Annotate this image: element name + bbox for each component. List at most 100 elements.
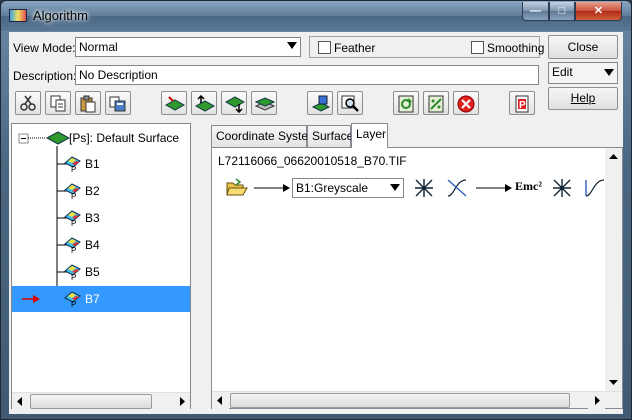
refresh-tool-button[interactable] [393, 91, 419, 115]
smoothing-label: Smoothing [487, 41, 545, 55]
filter-kernel-icon[interactable] [552, 178, 572, 198]
help-button[interactable]: Help [548, 87, 618, 110]
arrow-down-icon[interactable] [605, 374, 622, 391]
layer-icon: P [64, 156, 81, 173]
view-mode-select[interactable]: Normal [75, 37, 301, 57]
transform-curve-icon[interactable] [584, 178, 606, 198]
transform-tool-button[interactable] [423, 91, 449, 115]
property-tabs: Coordinate System Surface Layer L7211606… [211, 123, 623, 409]
tab-surface[interactable]: Surface [307, 125, 353, 147]
minimize-button[interactable]: — [522, 2, 549, 21]
layer-icon: P [64, 237, 81, 254]
layer-panel: L72116066_06620010518_B70.TIF B1:Greysca… [211, 147, 623, 409]
scroll-right-button[interactable] [173, 393, 190, 410]
duplicate-tool-button[interactable] [105, 91, 131, 115]
open-folder-icon[interactable] [226, 178, 248, 198]
description-label: Description: [13, 69, 77, 83]
paste-tool-button[interactable] [75, 91, 101, 115]
arrow-right-icon [476, 184, 512, 192]
zoom-tool-button[interactable] [337, 91, 363, 115]
current-arrow-icon [22, 295, 40, 303]
scroll-right-button[interactable] [588, 392, 605, 409]
cut-tool-button[interactable] [15, 91, 41, 115]
paste-icon [80, 95, 96, 113]
tab-coordinate-system[interactable]: Coordinate System [211, 125, 318, 147]
scroll-thumb[interactable] [30, 394, 152, 409]
arrow-right-icon [180, 397, 185, 406]
svg-text:P: P [519, 100, 526, 111]
arrow-right-icon [254, 184, 290, 192]
formula-icon[interactable]: Emc² [515, 179, 542, 199]
scroll-thumb[interactable] [230, 393, 570, 408]
svg-text:P: P [71, 219, 76, 227]
arrow-up-icon[interactable] [605, 148, 622, 165]
tree-item-label: B3 [85, 211, 100, 225]
arrow-left-icon [17, 397, 22, 406]
add-layer-icon [165, 96, 185, 111]
band-select[interactable]: B1:Greyscale [292, 178, 404, 198]
transform-curve-icon[interactable] [446, 178, 468, 198]
window-close-button[interactable]: ✕ [575, 2, 622, 21]
tree-item-label: B4 [85, 238, 100, 252]
tree-root[interactable]: [Ps]: Default Surface [12, 125, 190, 151]
scroll-left-button[interactable] [212, 392, 229, 409]
properties-tool-button[interactable]: P [509, 91, 535, 115]
layer-filename: L72116066_06620010518_B70.TIF [218, 154, 407, 168]
chevron-down-icon [390, 184, 400, 191]
arrow-right-icon [595, 396, 600, 405]
chevron-down-icon [287, 42, 297, 49]
transform-icon [428, 95, 444, 113]
options-group: Feather Smoothing [309, 36, 544, 58]
tree-item-label: B7 [85, 292, 100, 306]
view-mode-value: Normal [79, 40, 118, 54]
move-up-tool-button[interactable] [191, 91, 217, 115]
layer-icon: P [64, 210, 81, 227]
scroll-left-button[interactable] [12, 393, 29, 410]
description-input[interactable]: No Description [75, 65, 539, 85]
tree-item-label: B2 [85, 184, 100, 198]
tree-root-label: [Ps]: Default Surface [69, 131, 180, 145]
panel-horizontal-scrollbar[interactable] [212, 391, 622, 409]
duplicate-icon [109, 96, 126, 112]
edit-menu-button[interactable]: Edit [548, 62, 618, 84]
layers-icon [255, 97, 275, 111]
tree-item-b2[interactable]: P B2 [12, 178, 190, 204]
feather-checkbox[interactable] [318, 41, 331, 54]
move-up-icon [195, 95, 215, 112]
window-title: Algorithm [33, 8, 88, 23]
tree-item-b1[interactable]: P B1 [12, 151, 190, 177]
tree-horizontal-scrollbar[interactable] [12, 392, 190, 410]
tab-layer[interactable]: Layer [351, 123, 388, 148]
move-down-tool-button[interactable] [221, 91, 247, 115]
svg-text:P: P [71, 165, 76, 173]
layer-icon: P [64, 264, 81, 281]
surface-view-tool-button[interactable] [307, 91, 333, 115]
algorithm-tree[interactable]: [Ps]: Default Surface P B1 P B2 P B3 P B… [11, 123, 191, 410]
svg-text:P: P [71, 192, 76, 200]
tree-item-b7[interactable]: P B7 [12, 286, 190, 312]
panel-vertical-scrollbar[interactable] [605, 148, 622, 391]
refresh-icon [398, 95, 414, 113]
tree-item-label: B1 [85, 157, 100, 171]
tree-item-b3[interactable]: P B3 [12, 205, 190, 231]
magnifier-icon [341, 95, 359, 112]
layers-tool-button[interactable] [251, 91, 277, 115]
maximize-button[interactable]: □ [549, 2, 575, 21]
delete-icon [457, 95, 475, 113]
copy-tool-button[interactable] [45, 91, 71, 115]
filter-kernel-icon[interactable] [414, 178, 434, 198]
close-button[interactable]: Close [548, 35, 618, 59]
delete-tool-button[interactable] [453, 91, 479, 115]
tree-item-b5[interactable]: P B5 [12, 259, 190, 285]
dialog-client: View Mode: Normal Feather Smoothing Clos… [9, 32, 623, 414]
feather-label: Feather [334, 41, 376, 55]
surface-icon [46, 131, 70, 145]
layer-icon: P [64, 183, 81, 200]
add-layer-tool-button[interactable] [161, 91, 187, 115]
title-bar[interactable]: Algorithm — □ ✕ [1, 1, 631, 31]
smoothing-checkbox[interactable] [471, 41, 484, 54]
view-mode-label: View Mode: [13, 41, 76, 55]
arrow-left-icon [217, 396, 222, 405]
tree-item-b4[interactable]: P B4 [12, 232, 190, 258]
chevron-down-icon [604, 69, 614, 76]
